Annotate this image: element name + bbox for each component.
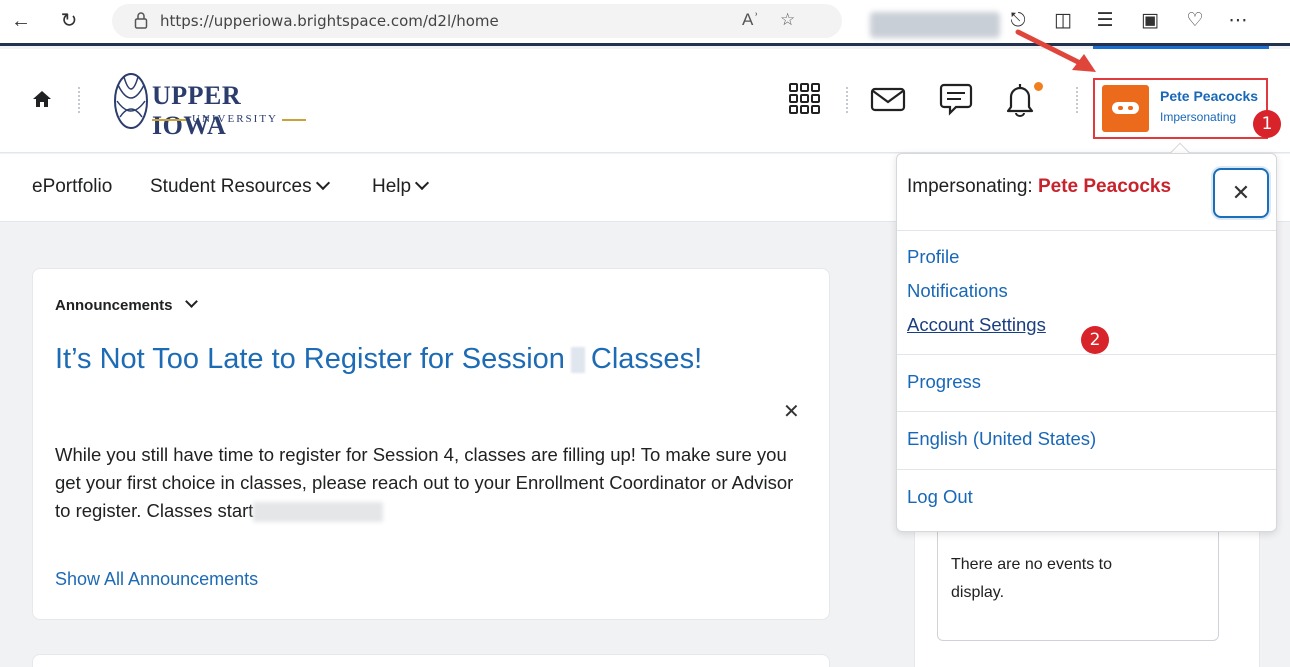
impersonation-avatar xyxy=(1102,85,1149,132)
favorite-star-icon[interactable]: ☆ xyxy=(780,10,795,30)
no-events-message: There are no events to display. xyxy=(951,556,1112,601)
account-settings-link[interactable]: Account Settings xyxy=(907,314,1046,336)
nav-item-eportfolio[interactable]: ePortfolio xyxy=(32,176,112,198)
redacted-text xyxy=(253,502,384,523)
collections-icon[interactable]: ▣ xyxy=(1137,7,1163,35)
read-aloud-icon[interactable]: Aʾ xyxy=(742,10,759,30)
progress-link[interactable]: Progress xyxy=(907,371,981,393)
more-options-icon[interactable]: ⋯ xyxy=(1225,7,1251,35)
browser-essentials-icon[interactable]: ♡ xyxy=(1182,7,1208,35)
notification-dot xyxy=(1033,81,1044,92)
logo-rule-left xyxy=(152,119,186,121)
logo-emblem-icon xyxy=(114,73,148,129)
announcement-title[interactable]: It’s Not Too Late to Register for Sessio… xyxy=(55,343,702,376)
language-link[interactable]: English (United States) xyxy=(907,428,1096,450)
profile-link[interactable]: Profile xyxy=(907,246,959,268)
logo-subtitle: UNIVERSITY xyxy=(192,113,278,125)
title-text: It’s Not Too Late to Register for Sessio… xyxy=(55,343,565,375)
user-menu-button[interactable]: Pete Peacocks Impersonating xyxy=(1093,78,1268,139)
logo-rule-right xyxy=(282,119,306,121)
header-divider xyxy=(1076,87,1078,113)
university-logo[interactable]: UPPER IOWA UNIVERSITY xyxy=(112,71,312,140)
mail-icon[interactable] xyxy=(868,79,908,119)
refresh-icon[interactable]: ↻ xyxy=(56,8,82,34)
chevron-down-icon xyxy=(184,295,198,308)
header-divider xyxy=(78,87,80,113)
header-divider xyxy=(846,87,848,113)
announcements-header[interactable]: Announcements xyxy=(55,295,198,314)
step-badge-1: 1 xyxy=(1253,110,1281,138)
log-out-link[interactable]: Log Out xyxy=(907,486,973,508)
step-badge-2: 2 xyxy=(1081,326,1109,354)
dropdown-title: Impersonating: Pete Peacocks xyxy=(907,176,1171,198)
dismiss-announcement-icon[interactable]: ✕ xyxy=(783,399,800,424)
nav-item-help[interactable]: Help xyxy=(372,175,430,198)
announcement-body: While you still have time to register fo… xyxy=(55,441,805,525)
divider xyxy=(897,411,1276,412)
chevron-down-icon xyxy=(315,175,330,191)
annotation-arrow-icon xyxy=(1015,29,1096,72)
divider xyxy=(897,230,1276,231)
nav-item-label: Help xyxy=(372,176,412,197)
home-icon[interactable] xyxy=(32,89,52,109)
title-text: Classes! xyxy=(590,343,703,375)
next-widget xyxy=(32,654,830,667)
user-name: Pete Peacocks xyxy=(1160,88,1259,104)
divider xyxy=(897,469,1276,470)
url-text: https://upperiowa.brightspace.com/d2l/ho… xyxy=(160,12,499,30)
title-prefix: Impersonating: xyxy=(907,176,1033,197)
chat-bubble-icon[interactable] xyxy=(936,79,976,119)
close-dropdown-button[interactable]: ✕ xyxy=(1213,168,1269,218)
nav-item-label: Student Resources xyxy=(150,176,312,197)
lock-icon xyxy=(134,12,148,29)
redacted-text xyxy=(570,347,585,374)
logo-title: UPPER IOWA xyxy=(152,81,242,140)
blurred-extensions xyxy=(870,12,1000,38)
address-bar[interactable]: https://upperiowa.brightspace.com/d2l/ho… xyxy=(112,4,842,38)
chevron-down-icon xyxy=(415,175,430,191)
widget-title: Announcements xyxy=(55,297,173,314)
impersonated-name: Pete Peacocks xyxy=(1037,176,1172,197)
body-text: While you still have time to register fo… xyxy=(55,444,794,521)
divider xyxy=(897,354,1276,355)
back-arrow-icon[interactable]: ← xyxy=(8,8,34,34)
mask-icon xyxy=(1112,102,1139,114)
notifications-link[interactable]: Notifications xyxy=(907,280,1008,302)
announcements-widget: Announcements It’s Not Too Late to Regis… xyxy=(32,268,830,620)
nav-item-student-resources[interactable]: Student Resources xyxy=(150,175,330,198)
user-status: Impersonating xyxy=(1160,110,1237,124)
waffle-grid-icon[interactable] xyxy=(785,79,825,119)
show-all-announcements-link[interactable]: Show All Announcements xyxy=(55,569,258,590)
